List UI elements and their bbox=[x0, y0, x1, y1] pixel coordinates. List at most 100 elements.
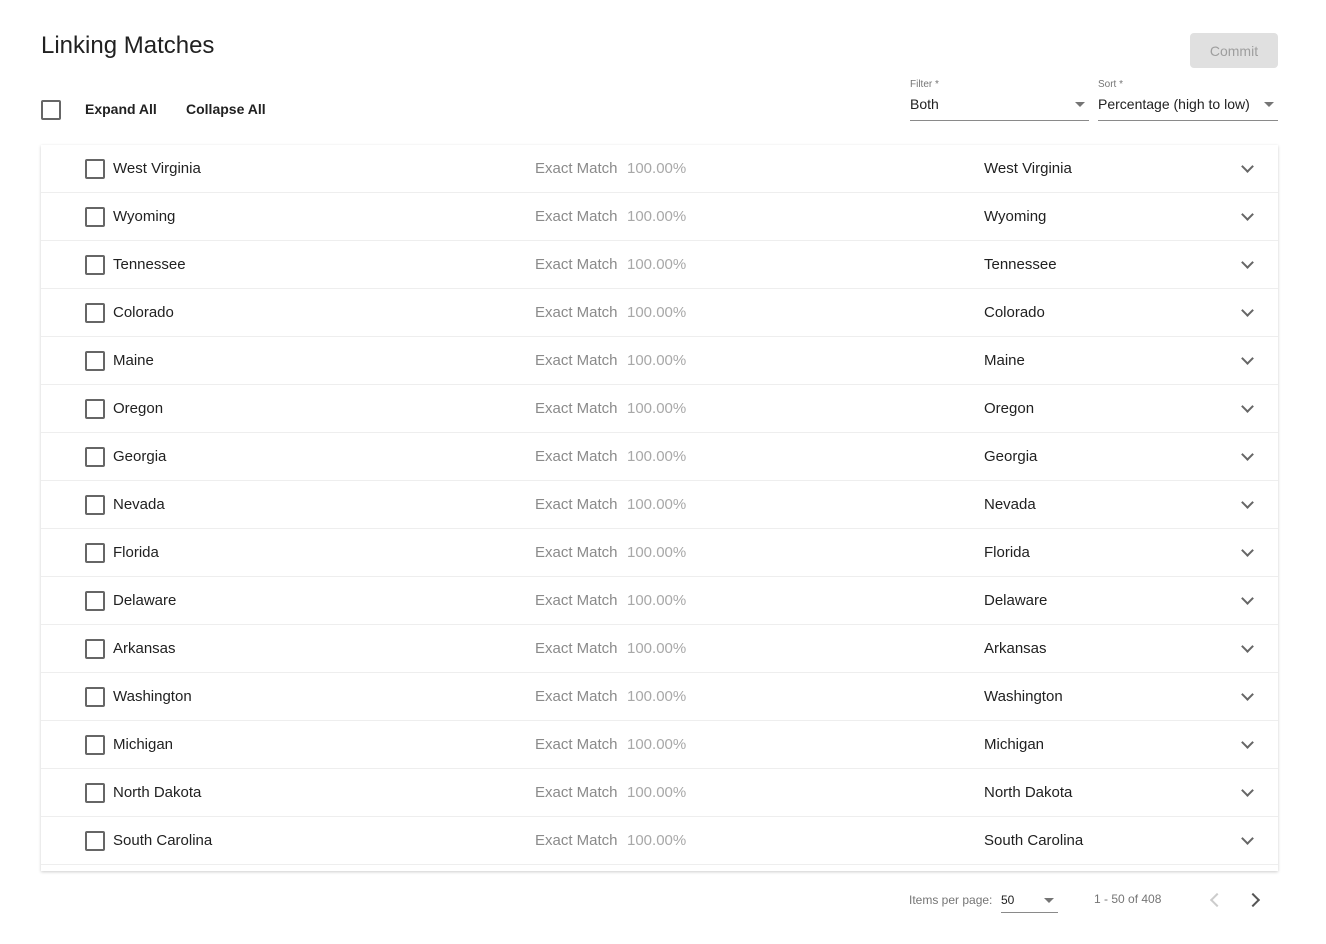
match-row[interactable]: Tennessee Exact Match 100.00% Tennessee bbox=[41, 241, 1278, 289]
match-percent: 100.00% bbox=[627, 304, 687, 321]
row-checkbox[interactable] bbox=[85, 159, 105, 179]
match-row[interactable]: North Dakota Exact Match 100.00% North D… bbox=[41, 769, 1278, 817]
match-type: Exact Match bbox=[535, 496, 618, 513]
match-percent: 100.00% bbox=[627, 400, 687, 417]
match-percent: 100.00% bbox=[627, 736, 687, 753]
previous-page-icon[interactable] bbox=[1209, 892, 1225, 908]
source-name: Tennessee bbox=[113, 256, 186, 273]
source-name: Oregon bbox=[113, 400, 164, 417]
target-name: North Dakota bbox=[984, 784, 1073, 801]
match-row[interactable]: Michigan Exact Match 100.00% Michigan bbox=[41, 721, 1278, 769]
row-checkbox[interactable] bbox=[85, 447, 105, 467]
source-name: Wyoming bbox=[113, 208, 176, 225]
row-checkbox[interactable] bbox=[85, 591, 105, 611]
match-list: West Virginia Exact Match 100.00% West V… bbox=[41, 145, 1278, 871]
match-percent: 100.00% bbox=[627, 784, 687, 801]
items-per-page-label: Items per page: bbox=[909, 893, 993, 907]
chevron-down-icon[interactable] bbox=[1241, 592, 1254, 605]
match-type: Exact Match bbox=[535, 784, 618, 801]
source-name: Maine bbox=[113, 352, 154, 369]
target-name: Delaware bbox=[984, 592, 1048, 609]
source-name: Michigan bbox=[113, 736, 174, 753]
row-checkbox[interactable] bbox=[85, 543, 105, 563]
match-row[interactable]: Maine Exact Match 100.00% Maine bbox=[41, 337, 1278, 385]
row-checkbox[interactable] bbox=[85, 687, 105, 707]
match-row[interactable]: Oregon Exact Match 100.00% Oregon bbox=[41, 385, 1278, 433]
chevron-down-icon[interactable] bbox=[1241, 304, 1254, 317]
page-range: 1 - 50 of 408 bbox=[1094, 892, 1162, 906]
row-checkbox[interactable] bbox=[85, 303, 105, 323]
row-checkbox[interactable] bbox=[85, 831, 105, 851]
chevron-down-icon[interactable] bbox=[1241, 784, 1254, 797]
chevron-down-icon[interactable] bbox=[1241, 736, 1254, 749]
row-checkbox[interactable] bbox=[85, 399, 105, 419]
chevron-down-icon[interactable] bbox=[1241, 496, 1254, 509]
next-page-icon[interactable] bbox=[1245, 892, 1261, 908]
row-checkbox[interactable] bbox=[85, 255, 105, 275]
sort-select[interactable]: Sort * Percentage (high to low) bbox=[1098, 79, 1278, 121]
dropdown-arrow-icon bbox=[1044, 898, 1054, 903]
target-name: Arkansas bbox=[984, 640, 1047, 657]
filter-label: Filter * bbox=[910, 79, 939, 90]
chevron-down-icon[interactable] bbox=[1241, 640, 1254, 653]
match-percent: 100.00% bbox=[627, 496, 687, 513]
match-row[interactable]: Georgia Exact Match 100.00% Georgia bbox=[41, 433, 1278, 481]
target-name: Colorado bbox=[984, 304, 1045, 321]
target-name: Washington bbox=[984, 688, 1063, 705]
source-name: Arkansas bbox=[113, 640, 176, 657]
row-checkbox[interactable] bbox=[85, 639, 105, 659]
match-type: Exact Match bbox=[535, 544, 618, 561]
match-row[interactable]: South Carolina Exact Match 100.00% South… bbox=[41, 817, 1278, 865]
filter-select[interactable]: Filter * Both bbox=[910, 79, 1089, 121]
match-type: Exact Match bbox=[535, 592, 618, 609]
match-row[interactable]: Colorado Exact Match 100.00% Colorado bbox=[41, 289, 1278, 337]
chevron-down-icon[interactable] bbox=[1241, 208, 1254, 221]
chevron-down-icon[interactable] bbox=[1241, 544, 1254, 557]
chevron-down-icon[interactable] bbox=[1241, 160, 1254, 173]
chevron-down-icon[interactable] bbox=[1241, 400, 1254, 413]
chevron-down-icon[interactable] bbox=[1241, 688, 1254, 701]
match-type: Exact Match bbox=[535, 736, 618, 753]
select-all-checkbox[interactable] bbox=[41, 100, 61, 120]
match-type: Exact Match bbox=[535, 640, 618, 657]
target-name: South Carolina bbox=[984, 832, 1084, 849]
match-row[interactable]: Nevada Exact Match 100.00% Nevada bbox=[41, 481, 1278, 529]
row-checkbox[interactable] bbox=[85, 783, 105, 803]
match-type: Exact Match bbox=[535, 256, 618, 273]
match-type: Exact Match bbox=[535, 688, 618, 705]
page-title: Linking Matches bbox=[41, 32, 215, 59]
commit-button[interactable]: Commit bbox=[1190, 33, 1278, 68]
match-row[interactable]: Wyoming Exact Match 100.00% Wyoming bbox=[41, 193, 1278, 241]
match-percent: 100.00% bbox=[627, 448, 687, 465]
target-name: Nevada bbox=[984, 496, 1036, 513]
chevron-down-icon[interactable] bbox=[1241, 256, 1254, 269]
match-percent: 100.00% bbox=[627, 832, 687, 849]
match-row[interactable]: Delaware Exact Match 100.00% Delaware bbox=[41, 577, 1278, 625]
match-percent: 100.00% bbox=[627, 688, 687, 705]
row-checkbox[interactable] bbox=[85, 495, 105, 515]
source-name: Georgia bbox=[113, 448, 167, 465]
chevron-down-icon[interactable] bbox=[1241, 352, 1254, 365]
match-row[interactable]: Florida Exact Match 100.00% Florida bbox=[41, 529, 1278, 577]
match-row[interactable]: Washington Exact Match 100.00% Washingto… bbox=[41, 673, 1278, 721]
chevron-down-icon[interactable] bbox=[1241, 448, 1254, 461]
chevron-down-icon[interactable] bbox=[1241, 832, 1254, 845]
match-percent: 100.00% bbox=[627, 640, 687, 657]
target-name: Georgia bbox=[984, 448, 1038, 465]
items-per-page-value: 50 bbox=[1001, 893, 1015, 907]
match-row[interactable]: West Virginia Exact Match 100.00% West V… bbox=[41, 145, 1278, 193]
row-checkbox[interactable] bbox=[85, 351, 105, 371]
match-percent: 100.00% bbox=[627, 160, 687, 177]
row-checkbox[interactable] bbox=[85, 735, 105, 755]
collapse-all-button[interactable]: Collapse All bbox=[186, 101, 266, 117]
match-type: Exact Match bbox=[535, 400, 618, 417]
sort-value: Percentage (high to low) bbox=[1098, 96, 1250, 112]
items-per-page-select[interactable]: 50 bbox=[1001, 886, 1058, 913]
expand-all-button[interactable]: Expand All bbox=[85, 101, 157, 117]
target-name: Tennessee bbox=[984, 256, 1057, 273]
source-name: North Dakota bbox=[113, 784, 202, 801]
row-checkbox[interactable] bbox=[85, 207, 105, 227]
match-row[interactable]: Arkansas Exact Match 100.00% Arkansas bbox=[41, 625, 1278, 673]
target-name: Maine bbox=[984, 352, 1025, 369]
match-percent: 100.00% bbox=[627, 352, 687, 369]
